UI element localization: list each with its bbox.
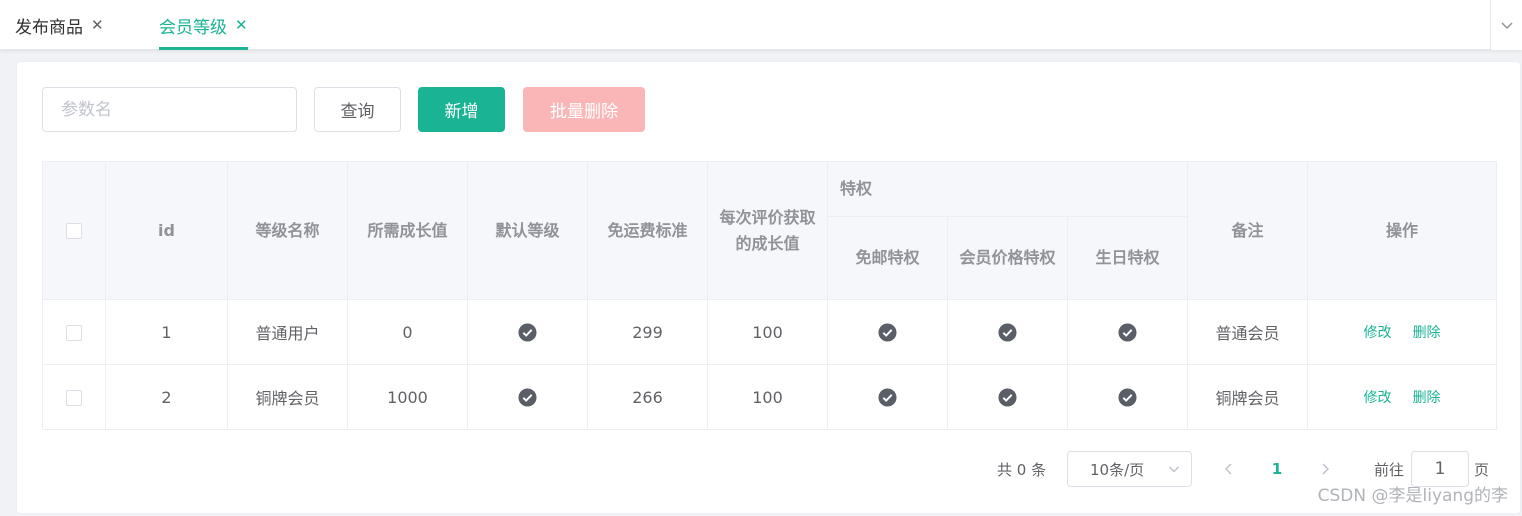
cell-free-shipping-threshold: 266 xyxy=(587,364,708,430)
header-level-name: 等级名称 xyxy=(227,161,348,300)
check-circle-icon xyxy=(998,323,1017,342)
tab-bar: 发布商品 ✕ 会员等级 ✕ xyxy=(0,0,1522,50)
check-circle-icon xyxy=(518,388,537,407)
header-birthday-privilege: 生日特权 xyxy=(1066,216,1189,300)
page-size-select[interactable]: 10条/页 xyxy=(1067,451,1192,487)
header-privileges: 特权 xyxy=(826,161,1189,217)
add-button[interactable]: 新增 xyxy=(418,87,505,132)
check-circle-icon xyxy=(1118,388,1137,407)
chevron-down-icon xyxy=(1168,466,1180,473)
edit-link[interactable]: 修改 xyxy=(1363,325,1391,341)
cell-actions: 修改 删除 xyxy=(1307,364,1498,430)
cell-remark: 普通会员 xyxy=(1187,299,1309,365)
delete-link[interactable]: 删除 xyxy=(1413,390,1441,406)
page-number-1[interactable]: 1 xyxy=(1265,451,1289,487)
header-free-shipping-privilege: 免邮特权 xyxy=(827,216,948,300)
table-row: 2 铜牌会员 1000 266 100 铜牌会员 修改 删除 xyxy=(42,364,1498,430)
check-circle-icon xyxy=(998,388,1017,407)
check-circle-icon xyxy=(878,323,897,342)
table-row: 1 普通用户 0 299 100 普通会员 修改 删除 xyxy=(42,299,1498,365)
check-circle-icon xyxy=(518,323,537,342)
select-all-cell xyxy=(42,161,106,300)
chevron-down-icon xyxy=(1500,22,1513,30)
header-remark: 备注 xyxy=(1187,161,1309,300)
cell-id: 2 xyxy=(105,364,228,430)
cell-free-shipping-threshold: 299 xyxy=(587,299,708,365)
batch-delete-button[interactable]: 批量删除 xyxy=(523,87,645,132)
header-member-price-privilege: 会员价格特权 xyxy=(947,216,1068,300)
cell-growth-required: 1000 xyxy=(347,364,468,430)
row-checkbox[interactable] xyxy=(66,390,82,406)
cell-growth-required: 0 xyxy=(347,299,468,365)
cell-growth-per-review: 100 xyxy=(707,299,828,365)
pagination-total: 共 0 条 xyxy=(997,460,1047,479)
header-default-level: 默认等级 xyxy=(467,161,588,300)
member-level-table: id 等级名称 所需成长值 默认等级 免运费标准 每次评价获取的成长值 特权 备… xyxy=(42,161,1498,430)
tab-publish-product[interactable]: 发布商品 ✕ xyxy=(15,0,104,50)
close-icon[interactable]: ✕ xyxy=(91,17,104,33)
select-all-checkbox[interactable] xyxy=(66,223,82,239)
header-actions: 操作 xyxy=(1307,161,1498,300)
delete-link[interactable]: 删除 xyxy=(1413,325,1441,341)
cell-growth-per-review: 100 xyxy=(707,364,828,430)
cell-level-name: 铜牌会员 xyxy=(227,364,348,430)
header-free-shipping-threshold: 免运费标准 xyxy=(587,161,708,300)
watermark: CSDN @李是liyang的李 xyxy=(1317,486,1508,506)
row-checkbox[interactable] xyxy=(66,325,82,341)
cell-level-name: 普通用户 xyxy=(227,299,348,365)
close-icon[interactable]: ✕ xyxy=(235,17,248,33)
param-name-search-input[interactable] xyxy=(42,87,297,132)
page-size-value: 10条/页 xyxy=(1090,460,1145,479)
prev-page-button[interactable] xyxy=(1217,451,1241,487)
tab-menu-toggle[interactable] xyxy=(1490,0,1522,50)
cell-remark: 铜牌会员 xyxy=(1187,364,1309,430)
chevron-left-icon xyxy=(1224,463,1232,475)
header-growth-required: 所需成长值 xyxy=(347,161,468,300)
tab-member-level[interactable]: 会员等级 ✕ xyxy=(159,0,248,50)
content-card: 查询 新增 批量删除 id 等级名称 所需成长值 默认等级 免运费标准 每次评价… xyxy=(16,61,1521,514)
check-circle-icon xyxy=(1118,323,1137,342)
query-button[interactable]: 查询 xyxy=(314,87,401,132)
pagination: 共 0 条 10条/页 1 前往 页 xyxy=(17,451,1522,487)
tab-label: 会员等级 xyxy=(159,17,227,38)
check-circle-icon xyxy=(878,388,897,407)
tab-label: 发布商品 xyxy=(15,17,83,38)
chevron-right-icon xyxy=(1322,463,1330,475)
edit-link[interactable]: 修改 xyxy=(1363,390,1391,406)
header-growth-per-review: 每次评价获取的成长值 xyxy=(707,161,828,300)
cell-id: 1 xyxy=(105,299,228,365)
header-id: id xyxy=(105,161,228,300)
cell-actions: 修改 删除 xyxy=(1307,299,1498,365)
